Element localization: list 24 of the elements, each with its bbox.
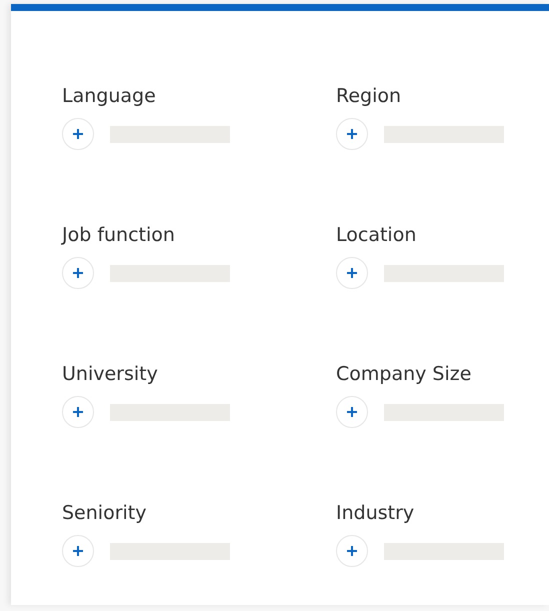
add-button[interactable] (62, 118, 94, 150)
add-button[interactable] (62, 257, 94, 289)
add-button[interactable] (62, 396, 94, 428)
filter-label: Location (336, 223, 418, 247)
plus-icon (72, 267, 84, 279)
filter-label: Region (336, 84, 402, 108)
plus-icon (346, 267, 358, 279)
add-button[interactable] (336, 257, 368, 289)
plus-icon (346, 406, 358, 418)
filter-label: Seniority (62, 501, 148, 525)
plus-icon (72, 128, 84, 140)
plus-icon (72, 406, 84, 418)
add-button[interactable] (336, 535, 368, 567)
filter-label: Job function (62, 223, 176, 247)
filter-label: Industry (336, 501, 416, 525)
plus-icon (346, 545, 358, 557)
add-button[interactable] (336, 118, 368, 150)
add-button[interactable] (336, 396, 368, 428)
plus-icon (72, 545, 84, 557)
add-button[interactable] (62, 535, 94, 567)
filter-label: Company Size (336, 362, 472, 386)
plus-icon (346, 128, 358, 140)
filter-label: University (62, 362, 159, 386)
filter-label: Language (62, 84, 157, 108)
